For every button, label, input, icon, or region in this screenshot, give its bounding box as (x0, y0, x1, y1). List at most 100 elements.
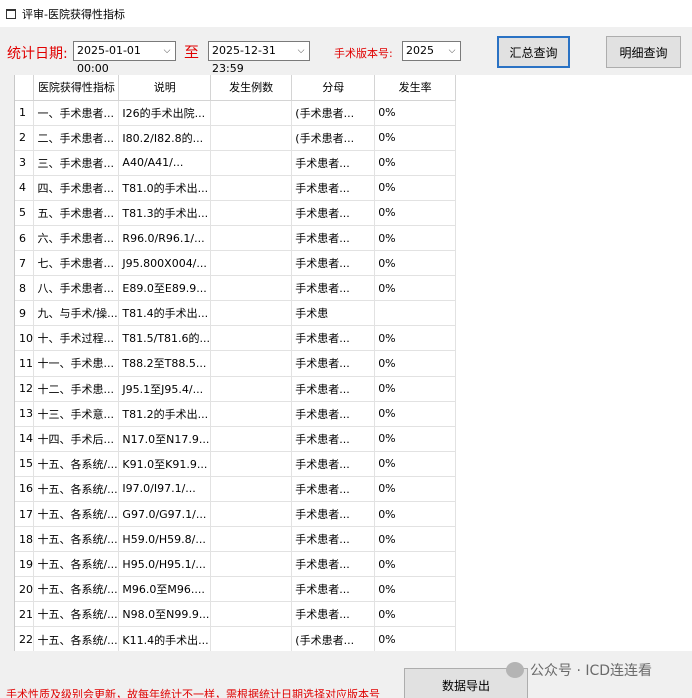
denominator-cell[interactable]: (手术患者... (291, 626, 376, 651)
rate-cell[interactable]: 0% (374, 150, 456, 176)
indicator-cell[interactable]: 十四、手术后... (33, 426, 120, 452)
row-number-cell[interactable]: 9 (15, 300, 35, 327)
denominator-cell[interactable]: 手术患者... (291, 376, 376, 402)
indicator-cell[interactable]: 七、手术患者... (33, 250, 120, 277)
detail-query-button[interactable]: 明细查询 (606, 36, 681, 68)
description-cell[interactable]: I80.2/I82.8的... (118, 125, 212, 151)
indicator-cell[interactable]: 十五、各系统/... (33, 576, 120, 603)
row-number-cell[interactable]: 4 (15, 175, 35, 201)
case-count-cell[interactable] (210, 350, 293, 377)
case-count-cell[interactable] (210, 451, 293, 477)
description-cell[interactable]: T81.0的手术出... (118, 175, 212, 201)
row-number-cell[interactable]: 21 (15, 601, 35, 628)
description-cell[interactable]: T81.2的手术出... (118, 401, 212, 427)
denominator-cell[interactable]: 手术患者... (291, 175, 376, 201)
denominator-cell[interactable]: 手术患者... (291, 426, 376, 452)
table-row[interactable]: 2 二、手术患者... I80.2/I82.8的... (手术患者... 0% (15, 125, 456, 151)
rate-cell[interactable]: 0% (374, 576, 456, 603)
rate-cell[interactable]: 0% (374, 325, 456, 352)
row-number-cell[interactable]: 19 (15, 551, 35, 578)
table-row[interactable]: 22 十五、各系统/... K11.4的手术出... (手术患者... 0% (15, 626, 456, 651)
description-cell[interactable]: K91.0至K91.9... (118, 451, 212, 477)
denominator-cell[interactable]: (手术患者... (291, 125, 376, 151)
description-cell[interactable]: G97.0/G97.1/... (118, 501, 212, 528)
rate-cell[interactable]: 0% (374, 100, 456, 126)
row-number-cell[interactable]: 16 (15, 476, 35, 503)
rate-cell[interactable]: 0% (374, 275, 456, 302)
indicator-cell[interactable]: 十五、各系统/... (33, 601, 120, 628)
case-count-cell[interactable] (210, 300, 293, 327)
row-number-cell[interactable]: 14 (15, 426, 35, 452)
denominator-cell[interactable]: 手术患者... (291, 325, 376, 352)
description-cell[interactable]: T81.5/T81.6的... (118, 325, 212, 352)
table-row[interactable]: 6 六、手术患者... R96.0/R96.1/... 手术患者... 0% (15, 225, 456, 252)
case-count-cell[interactable] (210, 501, 293, 528)
denominator-cell[interactable]: 手术患者... (291, 576, 376, 603)
column-header[interactable]: 医院获得性指标 (33, 75, 120, 101)
description-cell[interactable]: H59.0/H59.8/... (118, 526, 212, 553)
denominator-cell[interactable]: 手术患者... (291, 601, 376, 628)
denominator-cell[interactable]: 手术患者... (291, 275, 376, 302)
table-row[interactable]: 12 十二、手术患... J95.1至J95.4/... 手术患者... 0% (15, 376, 456, 402)
indicator-cell[interactable]: 十一、手术患... (33, 350, 120, 377)
case-count-cell[interactable] (210, 476, 293, 503)
indicator-cell[interactable]: 六、手术患者... (33, 225, 120, 252)
indicator-cell[interactable]: 一、手术患者... (33, 100, 120, 126)
indicator-cell[interactable]: 四、手术患者... (33, 175, 120, 201)
row-number-cell[interactable]: 3 (15, 150, 35, 176)
table-row[interactable]: 9 九、与手术/操... T81.4的手术出... 手术患 (15, 300, 456, 327)
table-row[interactable]: 5 五、手术患者... T81.3的手术出... 手术患者... 0% (15, 200, 456, 226)
indicator-cell[interactable]: 十五、各系统/... (33, 626, 120, 651)
case-count-cell[interactable] (210, 576, 293, 603)
case-count-cell[interactable] (210, 325, 293, 352)
indicator-cell[interactable]: 九、与手术/操... (33, 300, 120, 327)
indicator-cell[interactable]: 十三、手术意... (33, 401, 120, 427)
column-header[interactable]: 发生例数 (210, 75, 293, 101)
rate-cell[interactable]: 0% (374, 350, 456, 377)
table-row[interactable]: 1 一、手术患者... I26的手术出院... (手术患者... 0% (15, 100, 456, 126)
indicator-cell[interactable]: 十二、手术患... (33, 376, 120, 402)
case-count-cell[interactable] (210, 100, 293, 126)
description-cell[interactable]: T81.3的手术出... (118, 200, 212, 226)
end-date-picker[interactable]: 2025-12-31 23:59 ⌵ (208, 41, 310, 75)
rate-cell[interactable]: 0% (374, 426, 456, 452)
denominator-cell[interactable]: 手术患者... (291, 150, 376, 176)
denominator-cell[interactable]: 手术患者... (291, 350, 376, 377)
row-number-cell[interactable]: 17 (15, 501, 35, 528)
row-number-cell[interactable]: 10 (15, 325, 35, 352)
description-cell[interactable]: E89.0至E89.9... (118, 275, 212, 302)
description-cell[interactable]: K11.4的手术出... (118, 626, 212, 651)
row-number-cell[interactable]: 1 (15, 100, 35, 126)
table-row[interactable]: 3 三、手术患者... A40/A41/... 手术患者... 0% (15, 150, 456, 176)
table-row[interactable]: 19 十五、各系统/... H95.0/H95.1/... 手术患者... 0% (15, 551, 456, 578)
case-count-cell[interactable] (210, 426, 293, 452)
rate-cell[interactable]: 0% (374, 601, 456, 628)
indicator-cell[interactable]: 十五、各系统/... (33, 526, 120, 553)
rate-cell[interactable]: 0% (374, 401, 456, 427)
indicator-cell[interactable]: 十五、各系统/... (33, 501, 120, 528)
case-count-cell[interactable] (210, 175, 293, 201)
case-count-cell[interactable] (210, 125, 293, 151)
column-header[interactable]: 发生率 (374, 75, 456, 101)
description-cell[interactable]: N98.0至N99.9... (118, 601, 212, 628)
indicator-cell[interactable]: 十五、各系统/... (33, 476, 120, 503)
denominator-cell[interactable]: 手术患者... (291, 250, 376, 277)
rate-cell[interactable]: 0% (374, 200, 456, 226)
description-cell[interactable]: J95.800X004/... (118, 250, 212, 277)
description-cell[interactable]: H95.0/H95.1/... (118, 551, 212, 578)
row-number-cell[interactable]: 5 (15, 200, 35, 226)
indicator-cell[interactable]: 五、手术患者... (33, 200, 120, 226)
row-number-cell[interactable]: 8 (15, 275, 35, 302)
denominator-cell[interactable]: 手术患者... (291, 551, 376, 578)
description-cell[interactable]: T88.2至T88.5... (118, 350, 212, 377)
row-number-cell[interactable]: 13 (15, 401, 35, 427)
rate-cell[interactable]: 0% (374, 225, 456, 252)
table-row[interactable]: 16 十五、各系统/... I97.0/I97.1/... 手术患者... 0% (15, 476, 456, 503)
start-date-picker[interactable]: 2025-01-01 00:00 ⌵ (73, 41, 176, 75)
denominator-cell[interactable]: 手术患者... (291, 476, 376, 503)
version-select[interactable]: 2025 ⌵ (402, 41, 461, 61)
table-row[interactable]: 15 十五、各系统/... K91.0至K91.9... 手术患者... 0% (15, 451, 456, 477)
case-count-cell[interactable] (210, 225, 293, 252)
column-header[interactable]: 分母 (291, 75, 376, 101)
case-count-cell[interactable] (210, 376, 293, 402)
